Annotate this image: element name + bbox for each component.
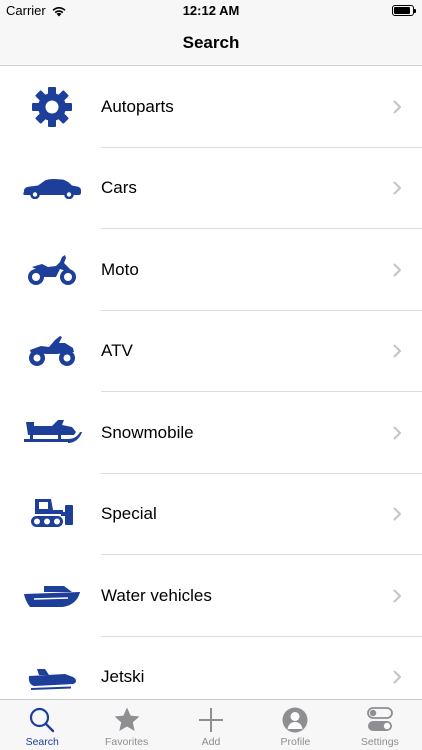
category-label: Cars (101, 178, 137, 198)
category-list: Autoparts Cars Moto ATV Snowmobile Speci… (0, 66, 422, 699)
battery-icon (392, 5, 416, 16)
navigation-bar: Search (0, 22, 422, 66)
category-row-water-vehicles[interactable]: Water vehicles (0, 555, 422, 637)
plus-icon (199, 708, 224, 732)
tab-profile[interactable]: Profile (253, 700, 337, 750)
tab-label: Add (201, 736, 221, 748)
category-label: Special (101, 504, 157, 524)
category-label: Moto (101, 259, 139, 279)
tab-label: Search (25, 736, 59, 748)
category-row-autoparts[interactable]: Autoparts (0, 66, 422, 148)
snowmobile-icon (20, 411, 84, 455)
chevron-right-icon (393, 507, 401, 521)
gear-icon (20, 85, 84, 129)
special-vehicle-icon (20, 492, 84, 536)
category-row-special[interactable]: Special (0, 474, 422, 555)
chevron-right-icon (393, 344, 401, 358)
toggle-icon (366, 707, 393, 731)
tab-add[interactable]: Add (169, 700, 253, 750)
category-label: Jetski (101, 667, 145, 687)
car-icon (20, 166, 84, 210)
tab-settings[interactable]: Settings (338, 700, 422, 750)
jetski-icon (20, 655, 84, 699)
category-row-moto[interactable]: Moto (0, 229, 422, 311)
motorcycle-icon (20, 248, 84, 292)
chevron-right-icon (393, 100, 401, 114)
chevron-right-icon (393, 670, 401, 684)
tab-bar: Search Favorites Add Profile Settings (0, 699, 422, 750)
category-label: Snowmobile (101, 422, 194, 442)
tab-label: Profile (280, 736, 311, 748)
search-icon (30, 707, 55, 733)
category-row-snowmobile[interactable]: Snowmobile (0, 392, 422, 474)
clock: 12:12 AM (182, 3, 240, 18)
atv-icon (20, 329, 84, 373)
tab-label: Favorites (105, 736, 149, 748)
page-title: Search (182, 33, 240, 52)
category-label: ATV (101, 341, 133, 361)
category-label: Water vehicles (101, 585, 212, 605)
status-bar: Carrier 12:12 AM (0, 0, 422, 22)
chevron-right-icon (393, 263, 401, 277)
tab-label: Settings (360, 736, 399, 748)
tab-search[interactable]: Search (0, 700, 84, 750)
chevron-right-icon (393, 426, 401, 440)
profile-icon (282, 707, 308, 733)
category-row-cars[interactable]: Cars (0, 148, 422, 229)
category-row-jetski[interactable]: Jetski (0, 637, 422, 700)
star-icon (114, 707, 140, 731)
category-label: Autoparts (101, 96, 174, 116)
boat-icon (20, 574, 84, 618)
chevron-right-icon (393, 181, 401, 195)
chevron-right-icon (393, 589, 401, 603)
category-row-atv[interactable]: ATV (0, 311, 422, 392)
tab-favorites[interactable]: Favorites (84, 700, 168, 750)
